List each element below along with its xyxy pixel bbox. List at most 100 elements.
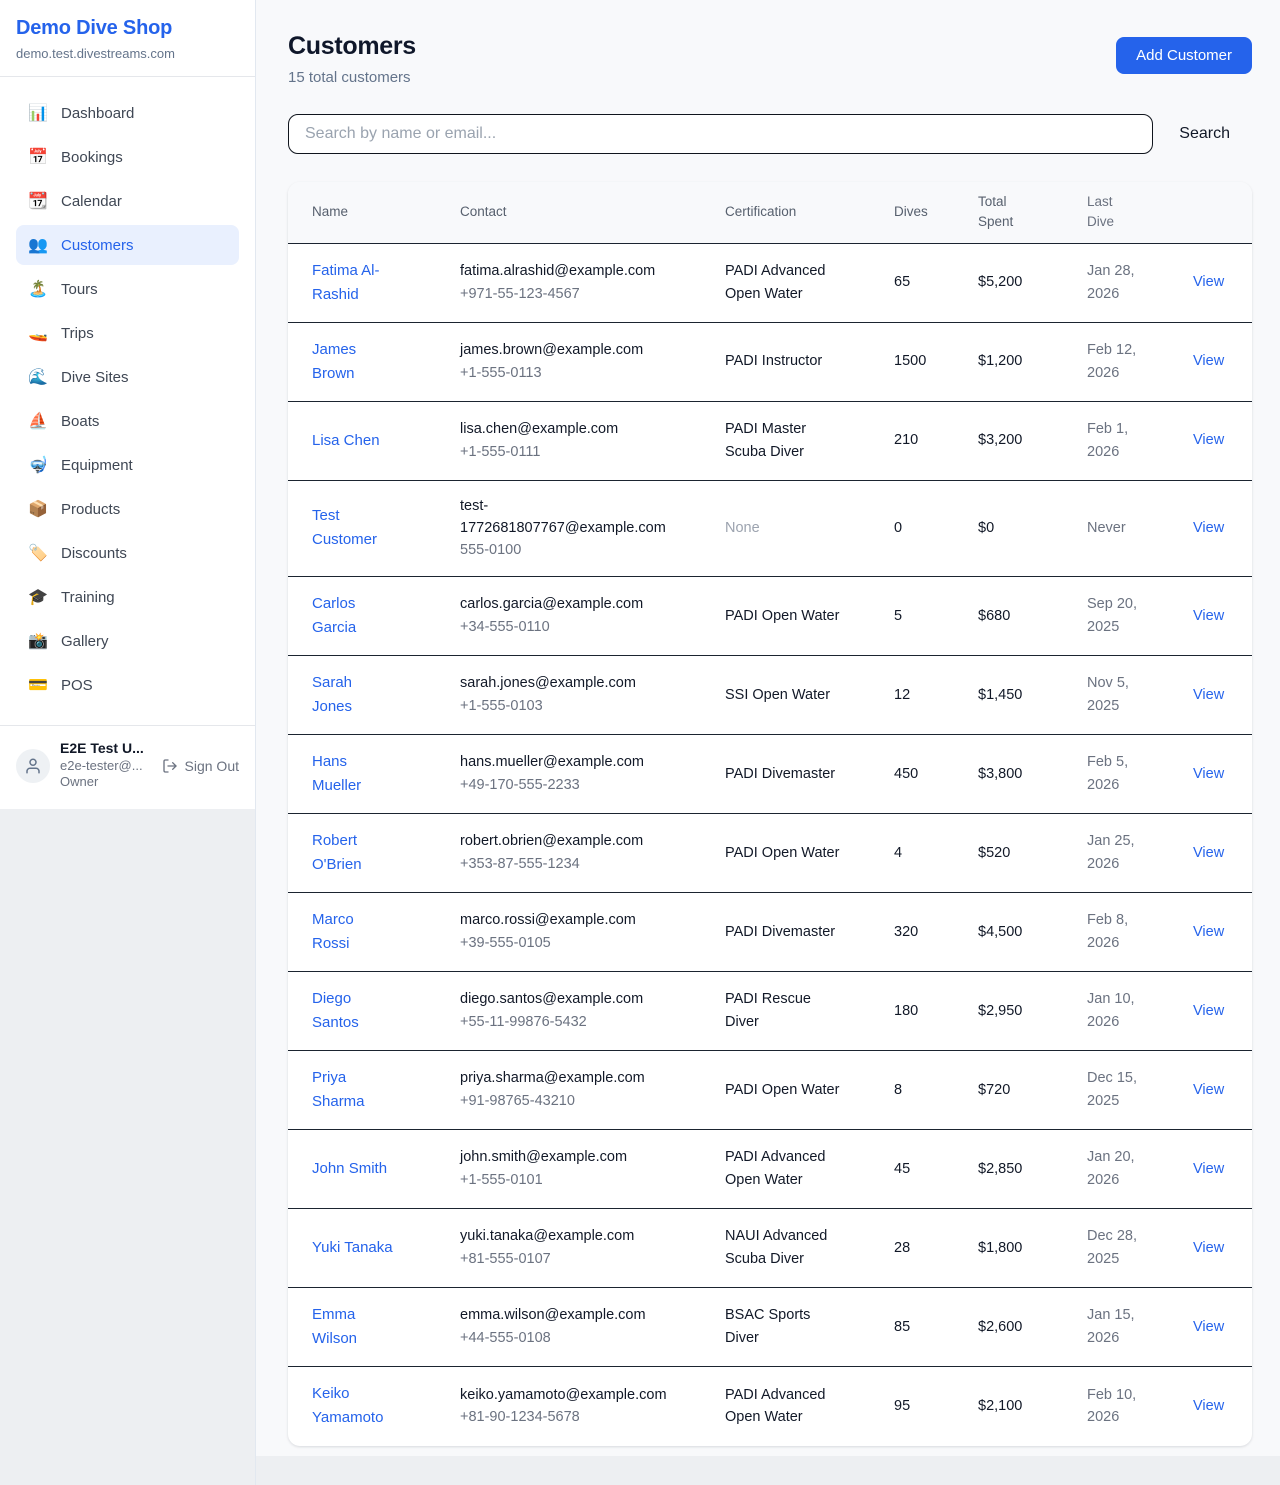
- customer-contact: test-1772681807767@example.com 555-0100: [436, 495, 701, 562]
- nav-item-icon: 🏷️: [28, 543, 48, 563]
- nav-item-label: Dashboard: [61, 105, 134, 122]
- customer-email: yuki.tanaka@example.com: [460, 1225, 670, 1247]
- view-customer-link[interactable]: View: [1193, 1398, 1224, 1414]
- page-title-block: Customers 15 total customers: [288, 32, 416, 86]
- customer-total-spent: $2,600: [954, 1316, 1063, 1338]
- search-bar: Search: [288, 114, 1252, 154]
- customer-email: hans.mueller@example.com: [460, 751, 670, 773]
- customer-total-spent: $720: [954, 1079, 1063, 1101]
- sidebar-item-equipment[interactable]: 🤿 Equipment: [16, 445, 239, 485]
- customer-email: fatima.alrashid@example.com: [460, 260, 670, 282]
- sidebar-item-bookings[interactable]: 📅 Bookings: [16, 137, 239, 177]
- column-header: Contact: [436, 192, 701, 232]
- view-customer-link[interactable]: View: [1193, 766, 1224, 782]
- customer-phone: +39-555-0105: [460, 932, 670, 954]
- nav-item-icon: 🎓: [28, 587, 48, 607]
- customer-name-link[interactable]: Carlos Garcia: [312, 595, 356, 636]
- sidebar-item-pos[interactable]: 💳 POS: [16, 665, 239, 705]
- sidebar-item-trips[interactable]: 🚤 Trips: [16, 313, 239, 353]
- customer-total-spent: $2,850: [954, 1158, 1063, 1180]
- nav-item-icon: 📅: [28, 147, 48, 167]
- customer-certification: PADI Open Water: [701, 842, 870, 864]
- view-customer-link[interactable]: View: [1193, 1240, 1224, 1256]
- shop-domain: demo.test.divestreams.com: [16, 46, 239, 61]
- customer-name-link[interactable]: Test Customer: [312, 507, 377, 548]
- customer-certification: PADI Open Water: [701, 1079, 870, 1101]
- view-customer-link[interactable]: View: [1193, 1161, 1224, 1177]
- customer-name-link[interactable]: Marco Rossi: [312, 911, 354, 952]
- customer-name-link[interactable]: Sarah Jones: [312, 674, 352, 715]
- view-customer-link[interactable]: View: [1193, 1319, 1224, 1335]
- add-customer-button[interactable]: Add Customer: [1116, 37, 1252, 74]
- search-input[interactable]: [288, 114, 1153, 154]
- view-customer-link[interactable]: View: [1193, 1082, 1224, 1098]
- view-customer-link[interactable]: View: [1193, 1003, 1224, 1019]
- customer-name-link[interactable]: Keiko Yamamoto: [312, 1385, 383, 1426]
- customer-count: 15 total customers: [288, 69, 416, 86]
- customer-phone: +91-98765-43210: [460, 1090, 670, 1112]
- sidebar-item-calendar[interactable]: 📆 Calendar: [16, 181, 239, 221]
- customer-name-link[interactable]: Priya Sharma: [312, 1069, 365, 1110]
- customers-table: NameContactCertificationDivesTotal Spent…: [288, 182, 1252, 1446]
- nav-item-icon: 🚤: [28, 323, 48, 343]
- avatar: [16, 749, 50, 783]
- customer-phone: +81-555-0107: [460, 1248, 670, 1270]
- customer-last-dive: Dec 15, 2025: [1063, 1067, 1169, 1112]
- sign-out-button[interactable]: Sign Out: [162, 758, 239, 774]
- customer-contact: fatima.alrashid@example.com +971-55-123-…: [436, 260, 701, 305]
- search-button[interactable]: Search: [1153, 125, 1252, 143]
- nav-item-label: Products: [61, 501, 120, 518]
- customer-certification: None: [701, 517, 870, 539]
- customer-certification: NAUI Advanced Scuba Diver: [701, 1225, 870, 1270]
- customer-phone: +55-11-99876-5432: [460, 1011, 670, 1033]
- sidebar-item-tours[interactable]: 🏝️ Tours: [16, 269, 239, 309]
- view-customer-link[interactable]: View: [1193, 520, 1224, 536]
- table-row: Yuki Tanaka yuki.tanaka@example.com +81-…: [288, 1209, 1252, 1288]
- customer-name-link[interactable]: Robert O'Brien: [312, 832, 362, 873]
- view-customer-link[interactable]: View: [1193, 274, 1224, 290]
- table-row: Priya Sharma priya.sharma@example.com +9…: [288, 1051, 1252, 1130]
- sidebar-item-discounts[interactable]: 🏷️ Discounts: [16, 533, 239, 573]
- sidebar-item-products[interactable]: 📦 Products: [16, 489, 239, 529]
- customer-certification: PADI Instructor: [701, 350, 870, 372]
- customer-last-dive: Feb 10, 2026: [1063, 1384, 1169, 1429]
- customer-name-link[interactable]: Fatima Al-Rashid: [312, 262, 380, 303]
- customer-contact: john.smith@example.com +1-555-0101: [436, 1146, 701, 1191]
- sidebar-panel: Demo Dive Shop demo.test.divestreams.com…: [0, 0, 255, 809]
- view-customer-link[interactable]: View: [1193, 924, 1224, 940]
- customer-name-link[interactable]: Diego Santos: [312, 990, 359, 1031]
- customer-name-link[interactable]: Emma Wilson: [312, 1306, 357, 1347]
- nav-item-icon: 🏝️: [28, 279, 48, 299]
- customer-email: lisa.chen@example.com: [460, 418, 670, 440]
- view-customer-link[interactable]: View: [1193, 608, 1224, 624]
- nav-item-label: Calendar: [61, 193, 122, 210]
- table-row: Lisa Chen lisa.chen@example.com +1-555-0…: [288, 402, 1252, 481]
- sidebar-item-customers[interactable]: 👥 Customers: [16, 225, 239, 265]
- nav-item-label: Training: [61, 589, 115, 606]
- customer-name-link[interactable]: Yuki Tanaka: [312, 1239, 393, 1256]
- sidebar-item-dive-sites[interactable]: 🌊 Dive Sites: [16, 357, 239, 397]
- customer-dives: 8: [870, 1079, 954, 1101]
- customer-certification: PADI Advanced Open Water: [701, 1384, 870, 1429]
- view-customer-link[interactable]: View: [1193, 687, 1224, 703]
- customer-name-link[interactable]: Hans Mueller: [312, 753, 361, 794]
- customer-phone: +971-55-123-4567: [460, 283, 670, 305]
- nav-item-label: Dive Sites: [61, 369, 129, 386]
- nav-item-label: Bookings: [61, 149, 123, 166]
- customer-email: emma.wilson@example.com: [460, 1304, 670, 1326]
- sidebar: Demo Dive Shop demo.test.divestreams.com…: [0, 0, 256, 1485]
- view-customer-link[interactable]: View: [1193, 432, 1224, 448]
- customer-email: james.brown@example.com: [460, 339, 670, 361]
- sidebar-item-boats[interactable]: ⛵ Boats: [16, 401, 239, 441]
- sidebar-item-training[interactable]: 🎓 Training: [16, 577, 239, 617]
- customer-name-link[interactable]: Lisa Chen: [312, 432, 380, 449]
- view-customer-link[interactable]: View: [1193, 845, 1224, 861]
- sidebar-item-gallery[interactable]: 📸 Gallery: [16, 621, 239, 661]
- customer-name-link[interactable]: James Brown: [312, 341, 356, 382]
- sidebar-item-dashboard[interactable]: 📊 Dashboard: [16, 93, 239, 133]
- view-customer-link[interactable]: View: [1193, 353, 1224, 369]
- customer-name-link[interactable]: John Smith: [312, 1160, 387, 1177]
- nav-item-icon: 💳: [28, 675, 48, 695]
- customer-dives: 85: [870, 1316, 954, 1338]
- customer-email: john.smith@example.com: [460, 1146, 670, 1168]
